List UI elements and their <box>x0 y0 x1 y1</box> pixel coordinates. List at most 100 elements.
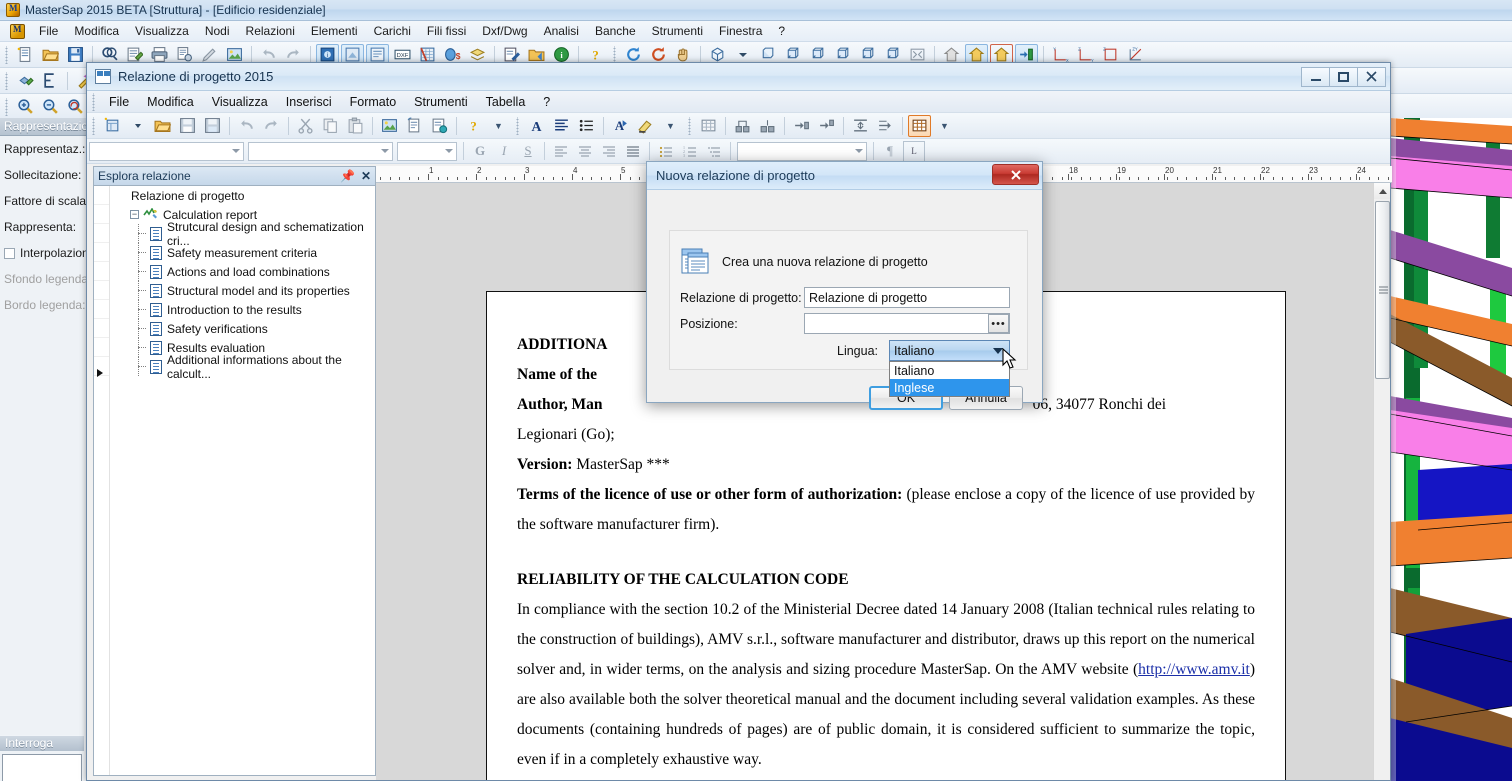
panel-row-rappresenta[interactable]: Rappresenta: <box>0 214 86 240</box>
save-report-button[interactable] <box>176 115 199 137</box>
toolbar-grip[interactable] <box>4 97 10 116</box>
menu-modifica[interactable]: Modifica <box>66 22 127 40</box>
pin-icon[interactable]: 📌 <box>340 169 355 183</box>
report-menu-visualizza[interactable]: Visualizza <box>203 93 277 111</box>
toolbar-overflow-button[interactable]: ▼ <box>487 115 510 137</box>
document-vertical-scrollbar[interactable] <box>1373 183 1390 780</box>
amv-website-link[interactable]: http://www.amv.it <box>1138 661 1250 678</box>
collapse-expander-icon[interactable]: − <box>130 210 139 219</box>
font-size-combo[interactable] <box>397 141 457 161</box>
copy-button[interactable] <box>319 115 342 137</box>
menu-finestra[interactable]: Finestra <box>711 22 770 40</box>
paragraph-style-button[interactable] <box>550 115 573 137</box>
language-option-inglese[interactable]: Inglese <box>890 379 1009 396</box>
new-report-dropdown[interactable] <box>126 115 149 137</box>
merge-cells-button[interactable] <box>731 115 754 137</box>
zoom-in-button[interactable] <box>14 96 37 118</box>
align-right-button[interactable] <box>598 141 620 162</box>
new-file-button[interactable] <box>14 44 37 66</box>
highlight-button[interactable] <box>634 115 657 137</box>
structure-3d-viewport[interactable] <box>1390 118 1512 781</box>
menu-analisi[interactable]: Analisi <box>536 22 587 40</box>
bold-button[interactable]: G <box>469 141 491 162</box>
show-formatting-marks-button[interactable]: ¶ <box>879 141 901 162</box>
toolbar-grip[interactable] <box>4 45 10 64</box>
menu-help[interactable]: ? <box>770 22 793 40</box>
multilevel-list-button[interactable] <box>703 141 725 162</box>
font-color-button[interactable]: A <box>609 115 632 137</box>
cut-button[interactable] <box>294 115 317 137</box>
open-file-button[interactable] <box>39 44 62 66</box>
numbering-button[interactable]: 123 <box>679 141 701 162</box>
close-button[interactable] <box>1357 66 1386 87</box>
interpolazione-checkbox[interactable] <box>4 247 15 259</box>
report-menu-inserisci[interactable]: Inserisci <box>277 93 341 111</box>
system-menu-icon[interactable] <box>10 23 25 39</box>
border-style-combo[interactable] <box>737 141 867 161</box>
language-select[interactable]: Italiano Italiano Inglese <box>889 340 1010 397</box>
tree-item-introduction-results[interactable]: Introduction to the results <box>110 300 375 319</box>
menu-banche[interactable]: Banche <box>587 22 644 40</box>
tree-item-safety-measurement[interactable]: Safety measurement criteria <box>110 243 375 262</box>
browse-posizione-button[interactable]: ••• <box>988 314 1009 333</box>
panel-row-sollecitazione[interactable]: Sollecitazione: <box>0 162 86 188</box>
report-settings-button[interactable] <box>428 115 451 137</box>
toolbar-overflow-button-2[interactable]: ▼ <box>659 115 682 137</box>
language-dropdown-list[interactable]: Italiano Inglese <box>889 361 1010 397</box>
menu-file[interactable]: File <box>31 22 66 40</box>
zoom-out-button[interactable] <box>39 96 62 118</box>
posizione-input[interactable] <box>804 313 1010 334</box>
report-help-button[interactable]: ? <box>462 115 485 137</box>
font-family-combo[interactable] <box>248 141 393 161</box>
minimize-button[interactable] <box>1301 66 1330 87</box>
interroga-tab[interactable]: Interroga <box>0 735 84 751</box>
menu-strumenti[interactable]: Strumenti <box>644 22 711 40</box>
model-select-button[interactable] <box>14 70 37 92</box>
report-undo-button[interactable] <box>235 115 258 137</box>
insert-column-button[interactable] <box>815 115 838 137</box>
language-select-value[interactable]: Italiano <box>889 340 1010 361</box>
tree-item-structural-model[interactable]: Structural model and its properties <box>110 281 375 300</box>
menu-relazioni[interactable]: Relazioni <box>238 22 303 40</box>
menubar-grip[interactable] <box>91 92 97 111</box>
panel-row-fattore-di-scala[interactable]: Fattore di scala: <box>0 188 86 214</box>
page-layout-button[interactable]: L <box>903 140 925 162</box>
distribute-columns-button[interactable] <box>874 115 897 137</box>
bracket-tool-button[interactable] <box>39 70 62 92</box>
save-report-as-button[interactable] <box>201 115 224 137</box>
bullet-list-button[interactable] <box>575 115 598 137</box>
zoom-window-button[interactable] <box>64 96 87 118</box>
font-style-button[interactable]: A <box>525 115 548 137</box>
tree-item-structural-design[interactable]: Strutcural design and schematization cri… <box>110 220 375 248</box>
scroll-up-button[interactable] <box>1374 183 1390 199</box>
dialog-close-button[interactable] <box>992 164 1039 185</box>
toolbar-grip[interactable] <box>612 45 618 64</box>
report-menu-strumenti[interactable]: Strumenti <box>405 93 477 111</box>
language-option-italiano[interactable]: Italiano <box>890 362 1009 379</box>
insert-row-button[interactable] <box>790 115 813 137</box>
table-gridlines-button[interactable] <box>908 114 931 137</box>
explorer-tree[interactable]: Relazione di progetto − Calculation repo… <box>94 186 375 775</box>
menu-carichi[interactable]: Carichi <box>366 22 419 40</box>
align-center-button[interactable] <box>574 141 596 162</box>
menu-fili-fissi[interactable]: Fili fissi <box>419 22 474 40</box>
report-redo-button[interactable] <box>260 115 283 137</box>
bullets-button[interactable] <box>655 141 677 162</box>
style-combo[interactable] <box>89 141 244 161</box>
menu-elementi[interactable]: Elementi <box>303 22 366 40</box>
new-report-button[interactable] <box>101 115 124 137</box>
menu-nodi[interactable]: Nodi <box>197 22 238 40</box>
panel-row-rappresentaz[interactable]: Rappresentaz.: <box>0 136 86 162</box>
toolbar-grip[interactable] <box>91 116 97 135</box>
relazione-di-progetto-input[interactable]: Relazione di progetto <box>804 287 1010 308</box>
toolbar-grip[interactable] <box>515 116 521 135</box>
insert-image-button[interactable] <box>378 115 401 137</box>
scroll-thumb[interactable] <box>1375 201 1390 379</box>
report-menu-help[interactable]: ? <box>534 93 559 111</box>
align-left-button[interactable] <box>550 141 572 162</box>
report-menu-file[interactable]: File <box>100 93 138 111</box>
split-cells-button[interactable] <box>756 115 779 137</box>
tree-item-actions-load[interactable]: Actions and load combinations <box>110 262 375 281</box>
underline-button[interactable]: S <box>517 141 539 162</box>
open-report-button[interactable] <box>151 115 174 137</box>
